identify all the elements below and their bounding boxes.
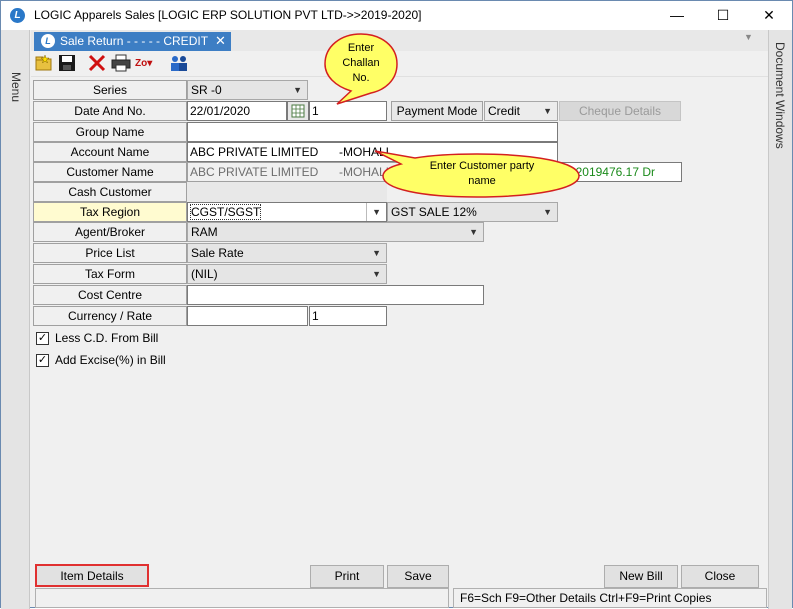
maximize-button[interactable]: ☐: [700, 1, 746, 30]
item-details-button[interactable]: Item Details: [35, 564, 149, 587]
customer-callout-line1: Enter Customer party: [429, 160, 535, 172]
customer-callout: Enter Customer party name: [367, 146, 583, 200]
tax-region-label: Tax Region: [33, 202, 187, 222]
tab-close-icon[interactable]: ✕: [215, 33, 226, 49]
price-list-select[interactable]: Sale Rate ▼: [187, 243, 387, 263]
agent-broker-select[interactable]: RAM ▼: [187, 222, 484, 242]
cheque-details-button[interactable]: Cheque Details: [559, 101, 681, 121]
status-bar-left: [35, 588, 449, 608]
cash-customer-label: Cash Customer: [33, 182, 187, 202]
customer-name-value: ABC PRIVATE LIMITED: [190, 165, 319, 179]
menu-sidebar[interactable]: Menu: [1, 30, 30, 609]
series-label: Series: [33, 80, 187, 100]
tab-label: Sale Return - - - - - CREDIT: [60, 34, 209, 48]
cost-centre-label: Cost Centre: [33, 285, 187, 305]
less-cd-checkbox[interactable]: ✓: [36, 332, 49, 345]
challan-callout: Enter Challan No.: [321, 32, 401, 106]
save-button[interactable]: Save: [387, 565, 449, 588]
zoom-dropdown-icon[interactable]: Zo▾: [135, 54, 165, 74]
new-bill-button[interactable]: New Bill: [604, 565, 678, 588]
tab-sale-return[interactable]: L Sale Return - - - - - CREDIT ✕: [34, 32, 231, 51]
rate-input[interactable]: 1: [309, 306, 387, 326]
tax-region-value: CGST/SGST: [189, 204, 262, 220]
tab-logo-icon: L: [41, 34, 55, 48]
delete-icon[interactable]: [88, 54, 108, 74]
close-window-button[interactable]: ✕: [746, 1, 792, 30]
account-name-label: Account Name: [33, 142, 187, 162]
users-icon[interactable]: [169, 54, 189, 74]
group-name-input[interactable]: [187, 122, 558, 142]
tax-form-value: (NIL): [191, 267, 218, 281]
payment-mode-label: Payment Mode: [391, 101, 483, 121]
status-shortcuts: F6=Sch F9=Other Details Ctrl+F9=Print Co…: [453, 588, 767, 608]
document-windows-label[interactable]: Document Windows: [773, 42, 787, 149]
challan-callout-line3: No.: [352, 72, 370, 84]
series-value: SR -0: [191, 83, 222, 97]
series-select[interactable]: SR -0 ▼: [187, 80, 308, 100]
payment-mode-value: Credit: [488, 104, 521, 118]
agent-broker-value: RAM: [191, 225, 218, 239]
document-windows-sidebar[interactable]: Document Windows: [768, 30, 792, 609]
tax-form-label: Tax Form: [33, 264, 187, 284]
agent-broker-label: Agent/Broker: [33, 222, 187, 242]
date-input[interactable]: 22/01/2020: [187, 101, 287, 121]
chevron-down-icon: ▼: [543, 106, 552, 116]
payment-mode-select[interactable]: Credit ▼: [484, 101, 558, 121]
printer-icon[interactable]: [111, 54, 131, 74]
window-title: LOGIC Apparels Sales [LOGIC ERP SOLUTION…: [34, 8, 422, 22]
print-button[interactable]: Print: [310, 565, 384, 588]
tax-region-select[interactable]: CGST/SGST ▼: [187, 202, 387, 222]
chevron-down-icon: ▼: [372, 248, 381, 258]
tab-overflow-arrow-icon[interactable]: ▼: [744, 32, 753, 42]
tax-form-select[interactable]: (NIL) ▼: [187, 264, 387, 284]
add-excise-label: Add Excise(%) in Bill: [55, 353, 166, 367]
date-no-label: Date And No.: [33, 101, 187, 121]
gst-type-value: GST SALE 12%: [391, 205, 477, 219]
title-bar: L LOGIC Apparels Sales [LOGIC ERP SOLUTI…: [1, 1, 792, 30]
chevron-down-icon: ▼: [293, 85, 302, 95]
challan-callout-line2: Challan: [342, 57, 380, 69]
chevron-down-icon: ▼: [372, 207, 381, 217]
currency-rate-label: Currency / Rate: [33, 306, 187, 326]
challan-callout-line1: Enter: [347, 42, 375, 54]
app-window: L LOGIC Apparels Sales [LOGIC ERP SOLUTI…: [0, 0, 793, 609]
calendar-icon[interactable]: [287, 101, 309, 121]
group-name-label: Group Name: [33, 122, 187, 142]
close-button[interactable]: Close: [681, 565, 759, 588]
add-excise-checkbox[interactable]: ✓: [36, 354, 49, 367]
gst-type-select[interactable]: GST SALE 12% ▼: [387, 202, 558, 222]
customer-callout-line2: name: [468, 175, 496, 187]
app-logo-icon: L: [10, 8, 25, 23]
account-name-value: ABC PRIVATE LIMITED: [190, 145, 319, 159]
cash-customer-input[interactable]: [187, 182, 387, 202]
chevron-down-icon: ▼: [543, 207, 552, 217]
price-list-value: Sale Rate: [191, 246, 244, 260]
chevron-down-icon: ▼: [469, 227, 478, 237]
new-folder-icon[interactable]: [35, 54, 55, 74]
minimize-button[interactable]: —: [654, 1, 700, 30]
customer-name-label: Customer Name: [33, 162, 187, 182]
save-icon[interactable]: [58, 54, 78, 74]
menu-label[interactable]: Menu: [9, 72, 23, 102]
currency-input[interactable]: [187, 306, 308, 326]
cost-centre-input[interactable]: [187, 285, 484, 305]
less-cd-label: Less C.D. From Bill: [55, 331, 159, 345]
chevron-down-icon: ▼: [372, 269, 381, 279]
price-list-label: Price List: [33, 243, 187, 263]
